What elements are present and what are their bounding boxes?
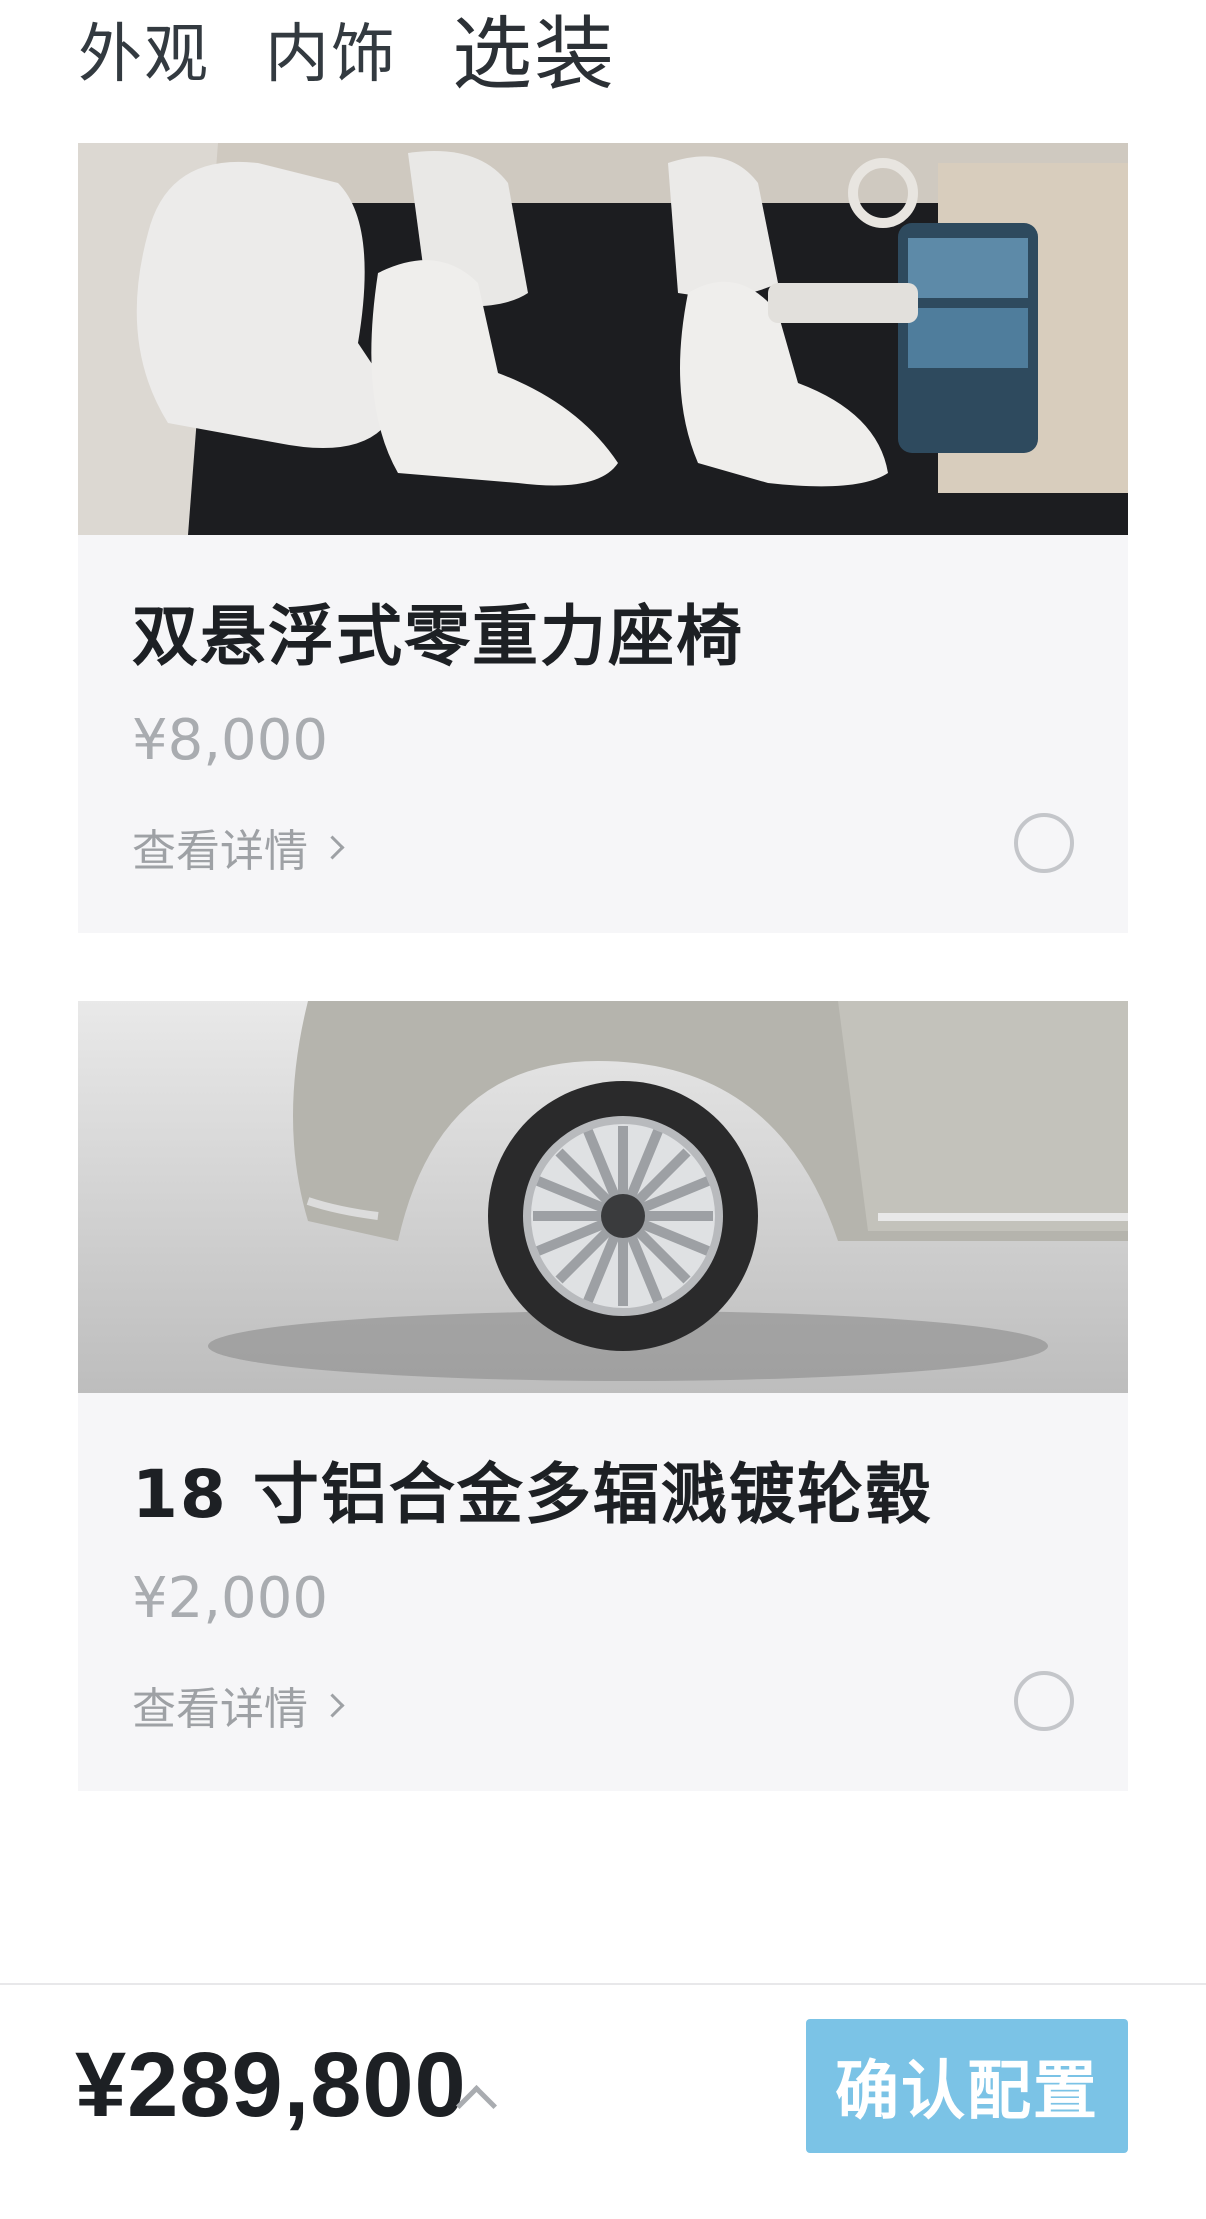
bottom-bar: ¥289,800 确认配置 [0,1983,1206,2219]
option-card-wheels[interactable]: 18 寸铝合金多辐溅镀轮毂 ¥2,000 查看详情 [78,1001,1128,1791]
tab-interior[interactable]: 内饰 [265,23,397,87]
option-name: 双悬浮式零重力座椅 [132,598,744,675]
view-details-label: 查看详情 [132,1684,308,1735]
view-details-label: 查看详情 [132,826,308,877]
chevron-right-icon [320,1692,345,1718]
view-details-link[interactable]: 查看详情 [132,1673,345,1737]
wheel-image [78,1001,1128,1393]
option-price: ¥2,000 [132,1566,328,1631]
option-name: 18 寸铝合金多辐溅镀轮毂 [132,1456,933,1533]
tab-exterior[interactable]: 外观 [78,23,210,87]
seat-interior-image [78,143,1128,535]
option-card-seats[interactable]: 双悬浮式零重力座椅 ¥8,000 查看详情 [78,143,1128,933]
total-price: ¥289,800 [75,2034,467,2136]
category-tabs: 外观 内饰 选装 [78,0,671,110]
chevron-right-icon [320,834,345,860]
view-details-link[interactable]: 查看详情 [132,815,345,879]
select-radio[interactable] [1014,1671,1074,1731]
tab-options[interactable]: 选装 [452,15,616,95]
option-price: ¥8,000 [132,708,328,773]
confirm-config-button[interactable]: 确认配置 [806,2019,1128,2153]
select-radio[interactable] [1014,813,1074,873]
